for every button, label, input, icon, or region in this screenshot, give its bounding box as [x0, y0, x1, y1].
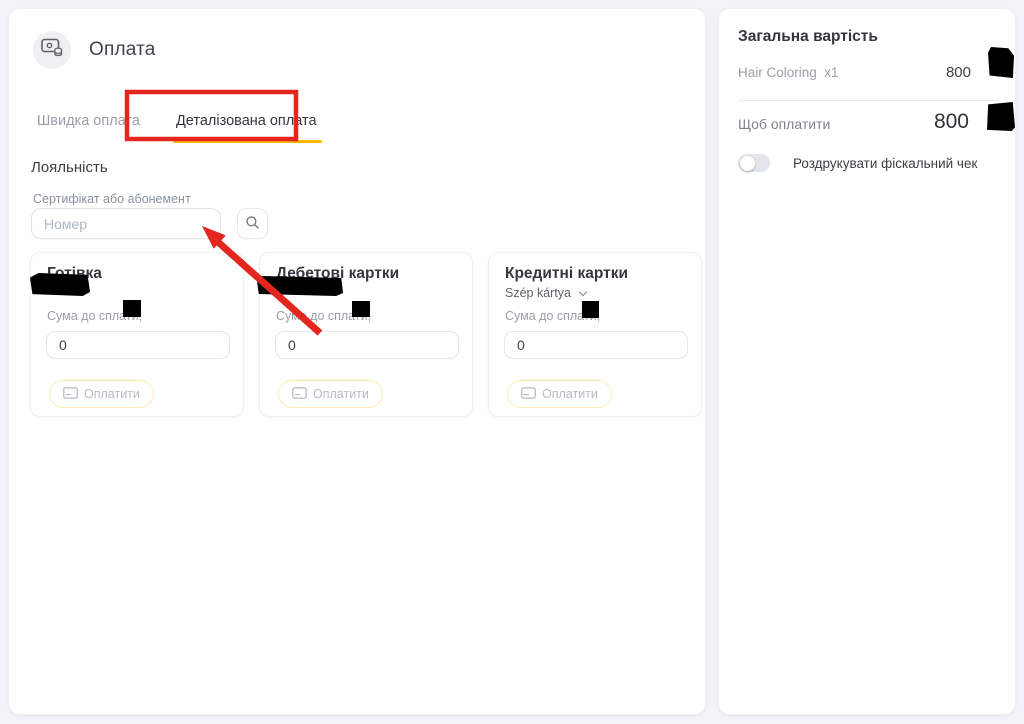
- fiscal-receipt-toggle-label: Роздрукувати фіскальний чек: [793, 156, 977, 171]
- credit-card-type-selector[interactable]: Szép kártya: [505, 286, 586, 300]
- service-quantity: x1: [824, 65, 838, 80]
- payment-header: Оплата: [33, 31, 156, 69]
- method-card-credit: Кредитні картки Szép kártya Сума до спла…: [488, 252, 702, 417]
- to-pay-label: Щоб оплатити: [738, 116, 830, 132]
- payment-tabs: Швидка оплата Деталізована оплата: [37, 113, 317, 143]
- redaction-box: [582, 301, 599, 318]
- line-item-price: 800: [946, 64, 971, 81]
- fiscal-receipt-toggle[interactable]: [738, 154, 770, 172]
- debit-pay-button[interactable]: Оплатити: [278, 380, 383, 408]
- card-icon: [521, 387, 536, 402]
- pay-button-label: Оплатити: [313, 387, 369, 401]
- page-title: Оплата: [89, 39, 156, 61]
- redaction-box: [988, 47, 1014, 78]
- service-name: Hair Coloring: [738, 65, 817, 80]
- summary-divider: [738, 100, 999, 101]
- certificate-search-button[interactable]: [237, 208, 268, 239]
- tab-detailed-payment[interactable]: Деталізована оплата: [176, 113, 317, 143]
- payment-panel: Оплата Швидка оплата Деталізована оплата…: [8, 8, 706, 715]
- pay-button-label: Оплатити: [542, 387, 598, 401]
- tab-quick-payment[interactable]: Швидка оплата: [37, 113, 140, 143]
- line-item: Hair Coloring x1 800: [738, 61, 999, 85]
- credit-amount-input[interactable]: [504, 331, 688, 359]
- cash-amount-input[interactable]: [46, 331, 230, 359]
- to-pay-row: Щоб оплатити 800: [738, 109, 999, 139]
- certificate-label: Сертифікат або абонемент: [33, 192, 191, 206]
- method-title: Кредитні картки: [505, 265, 628, 283]
- card-icon: [292, 387, 307, 402]
- payment-card-with-coins-icon: [41, 37, 64, 63]
- card-icon: [63, 387, 78, 402]
- search-icon: [245, 215, 260, 233]
- total-cost-panel: Загальна вартість Hair Coloring x1 800 Щ…: [718, 8, 1016, 715]
- line-item-name: Hair Coloring x1: [738, 65, 839, 80]
- tab-detailed-payment-label: Деталізована оплата: [176, 113, 317, 129]
- credit-card-type-label: Szép kártya: [505, 286, 571, 300]
- active-tab-underline: [173, 140, 322, 144]
- fiscal-receipt-row: Роздрукувати фіскальний чек: [738, 154, 977, 172]
- chevron-down-icon: [578, 288, 586, 296]
- redaction-box: [987, 102, 1015, 131]
- redaction-box: [257, 276, 343, 296]
- certificate-number-input[interactable]: [31, 208, 221, 239]
- cash-pay-button[interactable]: Оплатити: [49, 380, 154, 408]
- redaction-box: [123, 300, 141, 317]
- pay-button-label: Оплатити: [84, 387, 140, 401]
- redaction-box: [30, 273, 90, 296]
- loyalty-section-heading: Лояльність: [31, 159, 108, 176]
- to-pay-value: 800: [934, 110, 969, 134]
- toggle-knob: [740, 156, 755, 171]
- payment-screen: Оплата Швидка оплата Деталізована оплата…: [0, 0, 1024, 724]
- total-cost-heading: Загальна вартість: [738, 28, 878, 46]
- redaction-box: [352, 301, 370, 317]
- credit-pay-button[interactable]: Оплатити: [507, 380, 612, 408]
- debit-amount-input[interactable]: [275, 331, 459, 359]
- payment-header-badge: [33, 31, 71, 69]
